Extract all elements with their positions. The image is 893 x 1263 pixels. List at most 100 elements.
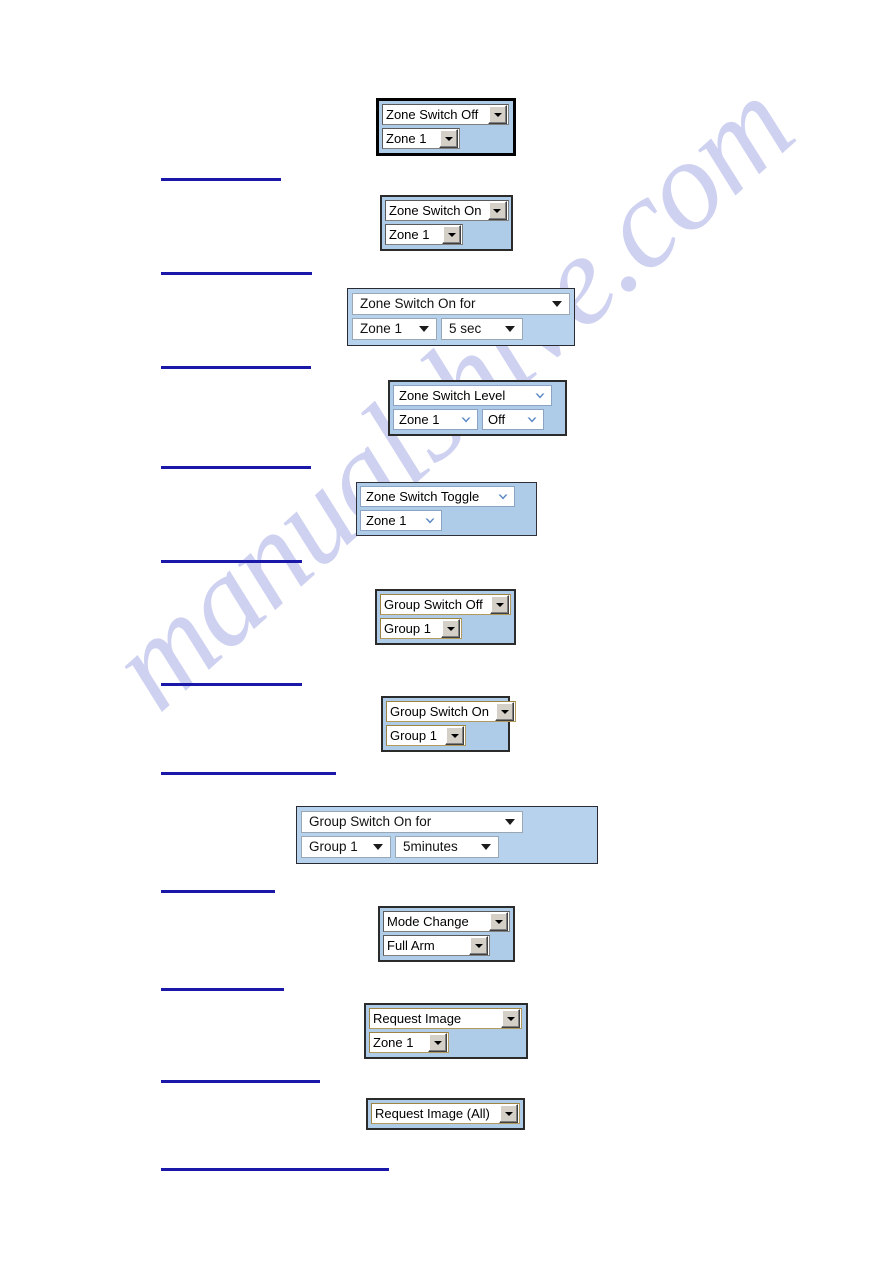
dropdown-select[interactable]: Group 1	[301, 836, 391, 858]
chevron-down-icon[interactable]	[487, 201, 507, 220]
widget-row: Group 1	[386, 725, 505, 746]
chevron-down-icon[interactable]	[505, 326, 515, 332]
chevron-down-icon[interactable]	[525, 413, 539, 427]
dropdown-select[interactable]: 5minutes	[395, 836, 499, 858]
dropdown-select[interactable]: Zone Switch Off	[382, 104, 509, 125]
redacted-caption-line	[161, 772, 336, 775]
chevron-down-icon[interactable]	[501, 1009, 520, 1028]
chevron-down-icon[interactable]	[505, 819, 515, 825]
dropdown-select[interactable]: Zone 1	[382, 128, 460, 149]
chevron-down-icon[interactable]	[373, 844, 383, 850]
dropdown-select-label: Group 1	[384, 621, 431, 636]
redacted-caption-line	[161, 466, 311, 469]
widget-row: Request Image	[369, 1008, 523, 1029]
dropdown-select-label: Full Arm	[387, 938, 435, 953]
dropdown-select[interactable]: Group 1	[386, 725, 466, 746]
chevron-down-icon[interactable]	[490, 595, 509, 614]
dropdown-select-label: Request Image	[373, 1011, 462, 1026]
dropdown-select-label: Zone Switch Off	[386, 107, 479, 122]
chevron-down-icon[interactable]	[499, 1104, 518, 1123]
chevron-down-icon[interactable]	[441, 619, 460, 638]
widget-row: Zone Switch On for	[352, 293, 570, 315]
dropdown-select-label: 5minutes	[403, 839, 458, 854]
action-widget-request-image: Request Image Zone 1	[364, 1003, 528, 1059]
widget-row: Group Switch Off	[380, 594, 511, 615]
redacted-caption-line	[161, 366, 311, 369]
action-widget-zone-switch-level: Zone Switch Level Zone 1 Off	[388, 380, 567, 436]
widget-row: Zone 1	[369, 1032, 523, 1053]
dropdown-select[interactable]: Zone 1	[369, 1032, 449, 1053]
chevron-down-icon[interactable]	[533, 389, 547, 403]
redacted-caption-line	[161, 890, 275, 893]
action-widget-mode-change: Mode Change Full Arm	[378, 906, 515, 962]
dropdown-select[interactable]: Group Switch On	[386, 701, 516, 722]
action-widget-zone-switch-on: Zone Switch On Zone 1	[380, 195, 513, 251]
dropdown-select[interactable]: Zone 1	[393, 409, 478, 430]
dropdown-select-label: Zone 1	[373, 1035, 414, 1050]
action-widget-request-image-all: Request Image (All)	[366, 1098, 525, 1130]
action-widget-group-switch-off: Group Switch Off Group 1	[375, 589, 516, 645]
chevron-down-icon[interactable]	[439, 129, 458, 148]
redacted-caption-line	[161, 988, 284, 991]
chevron-down-icon[interactable]	[496, 490, 510, 504]
chevron-down-icon[interactable]	[495, 702, 514, 721]
dropdown-select[interactable]: Zone Switch Level	[393, 385, 552, 406]
dropdown-select[interactable]: Request Image (All)	[371, 1103, 520, 1124]
dropdown-select[interactable]: Zone Switch On	[385, 200, 509, 221]
chevron-down-icon[interactable]	[419, 326, 429, 332]
dropdown-select-label: Group 1	[309, 839, 358, 854]
widget-row: Group 1	[380, 618, 511, 639]
redacted-caption-line	[161, 272, 312, 275]
chevron-down-icon[interactable]	[488, 105, 507, 124]
widget-row: Request Image (All)	[371, 1103, 520, 1124]
dropdown-select[interactable]: Mode Change	[383, 911, 510, 932]
dropdown-select-label: Zone Switch Level	[399, 388, 506, 403]
chevron-down-icon[interactable]	[489, 912, 508, 931]
widget-row: Zone 1	[360, 510, 533, 531]
redacted-caption-line	[161, 560, 302, 563]
widget-row: Zone 1 5 sec	[352, 318, 570, 340]
dropdown-select[interactable]: Zone 1	[352, 318, 437, 340]
widget-row: Zone Switch Toggle	[360, 486, 533, 507]
dropdown-select-label: Off	[488, 412, 506, 427]
dropdown-select-label: Zone Switch Toggle	[366, 489, 480, 504]
widget-row: Mode Change	[383, 911, 510, 932]
action-widget-zone-switch-toggle: Zone Switch Toggle Zone 1	[356, 482, 537, 536]
widget-row: Group 1 5minutes	[301, 836, 593, 858]
redacted-caption-line	[161, 178, 281, 181]
chevron-down-icon[interactable]	[423, 514, 437, 528]
chevron-down-icon[interactable]	[469, 936, 488, 955]
action-widget-group-switch-on-for: Group Switch On for Group 1 5minutes	[296, 806, 598, 864]
dropdown-select[interactable]: 5 sec	[441, 318, 523, 340]
dropdown-select[interactable]: Group Switch On for	[301, 811, 523, 833]
dropdown-select-label: Zone 1	[366, 513, 407, 528]
chevron-down-icon[interactable]	[552, 301, 562, 307]
redacted-caption-line	[161, 1080, 320, 1083]
chevron-down-icon[interactable]	[445, 726, 464, 745]
dropdown-select-label: Request Image (All)	[375, 1106, 490, 1121]
dropdown-select-label: Zone Switch On for	[360, 296, 476, 311]
widget-row: Group Switch On	[386, 701, 516, 722]
dropdown-select-label: Mode Change	[387, 914, 469, 929]
widget-row: Zone Switch Off	[382, 104, 510, 125]
chevron-down-icon[interactable]	[459, 413, 473, 427]
redacted-caption-line	[161, 1168, 389, 1171]
dropdown-select[interactable]: Zone 1	[360, 510, 442, 531]
dropdown-select[interactable]: Zone Switch Toggle	[360, 486, 515, 507]
dropdown-select[interactable]: Full Arm	[383, 935, 490, 956]
dropdown-select-label: Group Switch On	[390, 704, 489, 719]
dropdown-select[interactable]: Request Image	[369, 1008, 522, 1029]
dropdown-select[interactable]: Group 1	[380, 618, 462, 639]
action-widget-zone-switch-off: Zone Switch Off Zone 1	[376, 98, 516, 156]
dropdown-select[interactable]: Off	[482, 409, 544, 430]
dropdown-select[interactable]: Zone Switch On for	[352, 293, 570, 315]
chevron-down-icon[interactable]	[442, 225, 461, 244]
widget-row: Zone Switch Level	[393, 385, 562, 406]
widget-row: Zone 1	[385, 224, 508, 245]
chevron-down-icon[interactable]	[481, 844, 491, 850]
document-page: Zone Switch Off Zone 1 Zone Switch On Zone …	[0, 0, 893, 1263]
dropdown-select[interactable]: Group Switch Off	[380, 594, 511, 615]
dropdown-select[interactable]: Zone 1	[385, 224, 463, 245]
dropdown-select-label: Zone 1	[399, 412, 440, 427]
chevron-down-icon[interactable]	[428, 1033, 447, 1052]
